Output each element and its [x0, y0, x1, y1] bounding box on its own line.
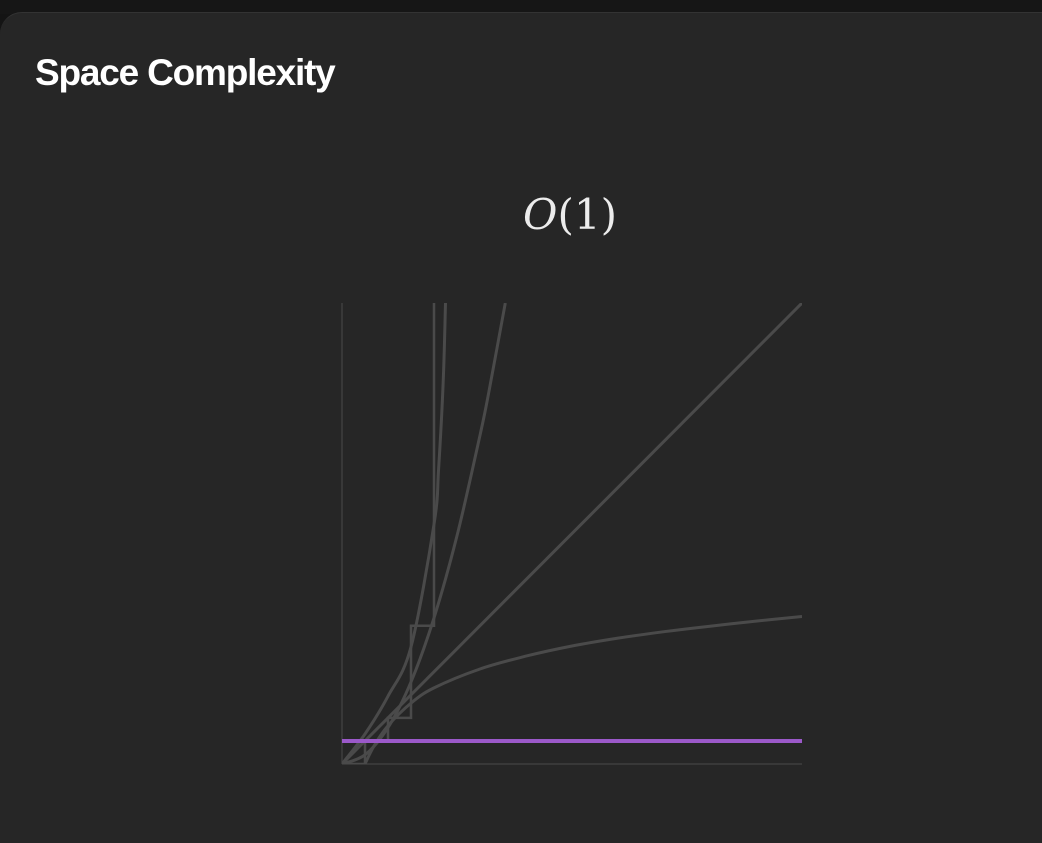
series-layer [342, 303, 802, 764]
series-exponential-line [342, 303, 447, 764]
complexity-chart [341, 303, 802, 765]
